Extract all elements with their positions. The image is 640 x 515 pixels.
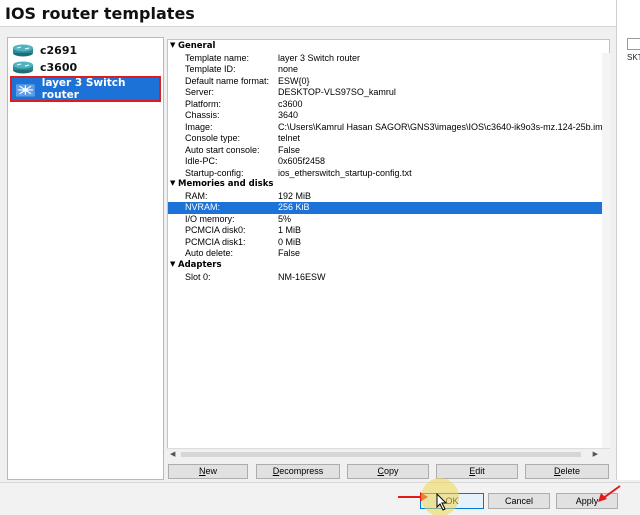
template-label: c3600 <box>40 60 78 74</box>
router-icon <box>13 61 33 73</box>
template-label: layer 3 Switch router <box>41 77 126 101</box>
property-value: 5% <box>278 213 292 224</box>
section-title: General <box>178 41 216 51</box>
property-key: Chassis: <box>185 110 220 120</box>
property-value: 0 MiB <box>278 236 302 247</box>
property-value: False <box>278 144 301 155</box>
property-value: layer 3 Switch router <box>278 52 361 63</box>
title-bar: IOS router templates <box>0 0 616 27</box>
expand-arrow-icon[interactable]: ▼ <box>170 260 175 268</box>
property-key: Template name: <box>185 52 250 63</box>
property-row[interactable]: Template name: layer 3 Switch router <box>168 53 609 65</box>
new-button[interactable]: New <box>168 464 248 479</box>
template-item-layer-3-switch-router[interactable]: layer 3 Switch router <box>10 76 161 102</box>
property-value: 192 MiB <box>278 190 312 201</box>
template-item-c2691[interactable]: c2691 <box>12 41 77 59</box>
property-value: none <box>278 64 299 74</box>
scroll-left-icon[interactable]: ◀ <box>170 450 175 458</box>
scroll-right-icon[interactable]: ▶ <box>593 450 598 458</box>
property-value: 1 MiB <box>278 225 302 235</box>
scrollbar-thumb[interactable] <box>181 452 581 457</box>
property-row[interactable]: Auto start console: False <box>168 145 609 157</box>
property-value: NM-16ESW <box>278 271 326 282</box>
red-arrow-annotation <box>598 485 621 502</box>
decompress-button[interactable]: Decompress <box>256 464 340 479</box>
property-key: I/O memory: <box>185 213 235 224</box>
property-row[interactable]: Platform: c3600 <box>168 99 609 111</box>
property-row[interactable]: Server: DESKTOP-VLS97SO_kamrul <box>168 87 609 99</box>
property-key: Template ID: <box>185 64 236 74</box>
property-row[interactable]: Default name format: ESW{0} <box>168 76 609 88</box>
cancel-button[interactable]: Cancel <box>488 493 550 509</box>
property-row[interactable]: Console type: telnet <box>168 133 609 145</box>
property-key: Default name format: <box>185 75 270 86</box>
property-row[interactable]: Auto delete: False <box>168 248 609 260</box>
property-key: Console type: <box>185 133 241 143</box>
property-key: PCMCIA disk1: <box>185 236 246 247</box>
property-key: Idle-PC: <box>185 156 218 166</box>
property-value: 0x605f2458 <box>278 156 326 166</box>
property-key: RAM: <box>185 190 208 201</box>
section-title: Adapters <box>178 260 222 270</box>
property-row[interactable]: Chassis: 3640 <box>168 110 609 122</box>
properties-tree[interactable]: ▼ General Template name: layer 3 Switch r… <box>167 39 610 459</box>
expand-arrow-icon[interactable]: ▼ <box>170 179 175 187</box>
property-row[interactable]: Startup-config: ios_etherswitch_startup-c… <box>168 168 609 180</box>
property-key: Startup-config: <box>185 167 244 178</box>
section-general[interactable]: ▼ General <box>168 41 609 53</box>
edit-button[interactable]: Edit <box>436 464 518 479</box>
section-adapters[interactable]: ▼ Adapters <box>168 260 609 272</box>
copy-button[interactable]: Copy <box>347 464 429 479</box>
property-row[interactable]: PCMCIA disk0: 1 MiB <box>168 225 609 237</box>
property-row[interactable]: Idle-PC: 0x605f2458 <box>168 156 609 168</box>
router-icon <box>13 44 33 56</box>
property-key: Platform: <box>185 98 222 109</box>
property-row[interactable]: Image: C:\Users\Kamrul Hasan SAGOR\GNS3\i… <box>168 122 609 134</box>
property-value: ios_etherswitch_startup-config.txt <box>278 167 412 178</box>
mouse-pointer-icon <box>436 493 448 511</box>
window-title: IOS router templates <box>5 4 195 23</box>
delete-button[interactable]: Delete <box>525 464 609 479</box>
background-text-stub: SKTO <box>627 53 640 62</box>
property-key: Slot 0: <box>185 271 211 282</box>
property-value: DESKTOP-VLS97SO_kamrul <box>278 87 396 97</box>
expand-arrow-icon[interactable]: ▼ <box>170 41 175 49</box>
property-value: C:\Users\Kamrul Hasan SAGOR\GNS3\images\… <box>278 121 608 132</box>
section-title: Memories and disks <box>178 179 274 189</box>
horizontal-scrollbar[interactable]: ◀ ▶ <box>167 448 610 459</box>
property-key: PCMCIA disk0: <box>185 225 246 235</box>
property-key: Image: <box>185 121 213 132</box>
property-row[interactable]: I/O memory: 5% <box>168 214 609 226</box>
property-value: c3600 <box>278 98 303 109</box>
property-key: Auto delete: <box>185 248 234 258</box>
property-key: NVRAM: <box>185 202 221 212</box>
property-row[interactable]: RAM: 192 MiB <box>168 191 609 203</box>
background-panel-stub <box>627 38 640 50</box>
property-key: Server: <box>185 87 215 97</box>
property-key: Auto start console: <box>185 144 260 155</box>
property-value: 256 KiB <box>278 202 310 212</box>
template-label: c2691 <box>40 43 78 57</box>
template-list[interactable]: c2691 c3600 layer 3 Switch router <box>7 37 164 480</box>
property-value: 3640 <box>278 110 299 120</box>
property-row-selected[interactable]: NVRAM: 256 KiB <box>168 202 609 214</box>
vertical-scrollbar[interactable] <box>602 53 610 448</box>
switch-router-icon <box>15 83 35 97</box>
background-window-strip: SKTO <box>616 0 640 480</box>
property-row[interactable]: PCMCIA disk1: 0 MiB <box>168 237 609 249</box>
property-row[interactable]: Template ID: none <box>168 64 609 76</box>
property-row[interactable]: Slot 0: NM-16ESW <box>168 272 609 284</box>
property-value: ESW{0} <box>278 75 310 86</box>
property-value: False <box>278 248 301 258</box>
section-memories-and-disks[interactable]: ▼ Memories and disks <box>168 179 609 191</box>
template-item-c3600[interactable]: c3600 <box>12 58 77 76</box>
property-value: telnet <box>278 133 301 143</box>
